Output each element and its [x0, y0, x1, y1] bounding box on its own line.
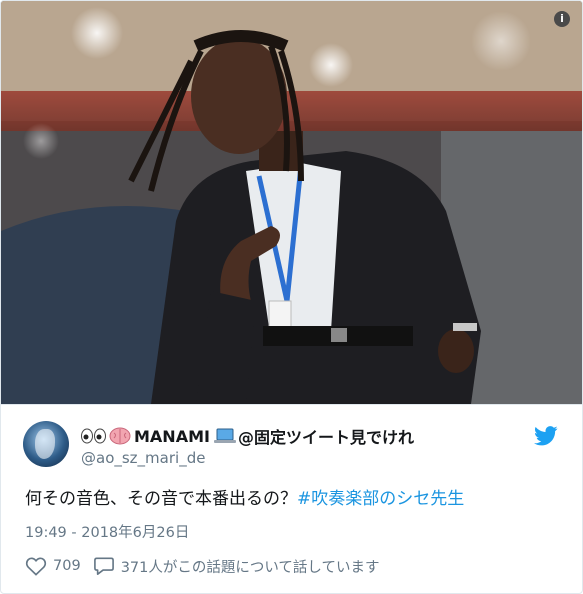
display-name: MANAMI	[134, 426, 210, 446]
photo-coach-pointing	[1, 1, 582, 404]
twitter-bird-icon[interactable]	[534, 426, 558, 446]
tweet-actions: 709 371人がこの話題について話しています	[25, 555, 380, 577]
tweet-text-main: 何その音色、その音で本番出るの？	[25, 489, 297, 509]
tweet-text: 何その音色、その音で本番出るの？#吹奏楽部のシセ先生	[25, 487, 464, 511]
tweet-timestamp[interactable]: 19:49 - 2018年6月26日	[25, 521, 189, 542]
display-name-suffix: @固定ツイート見でけれ	[237, 428, 414, 447]
like-count: 709	[53, 558, 81, 574]
conversation-link[interactable]: 371人がこの話題について話しています	[93, 556, 380, 577]
embedded-tweet-card[interactable]: i MANAMI @固定ツイート見でけれ @ao_sz_mari_de 何その音…	[0, 0, 583, 594]
display-name-row[interactable]: MANAMI @固定ツイート見でけれ	[81, 425, 414, 447]
speech-bubble-icon	[93, 557, 114, 575]
hashtag-link[interactable]: #吹奏楽部のシセ先生	[297, 489, 464, 509]
like-button[interactable]: 709	[25, 556, 81, 576]
avatar[interactable]	[23, 421, 69, 467]
eyes-emoji-icon	[81, 428, 106, 444]
laptop-emoji-icon	[213, 428, 236, 443]
brain-emoji-icon	[109, 427, 131, 445]
media-divider	[1, 404, 582, 405]
tweet-photo[interactable]: i	[1, 1, 582, 404]
user-handle[interactable]: @ao_sz_mari_de	[81, 449, 205, 467]
heart-icon	[25, 557, 47, 576]
avatar-splash	[35, 429, 55, 459]
conversation-count-text: 371人がこの話題について話しています	[120, 559, 380, 576]
info-icon[interactable]: i	[554, 11, 570, 27]
